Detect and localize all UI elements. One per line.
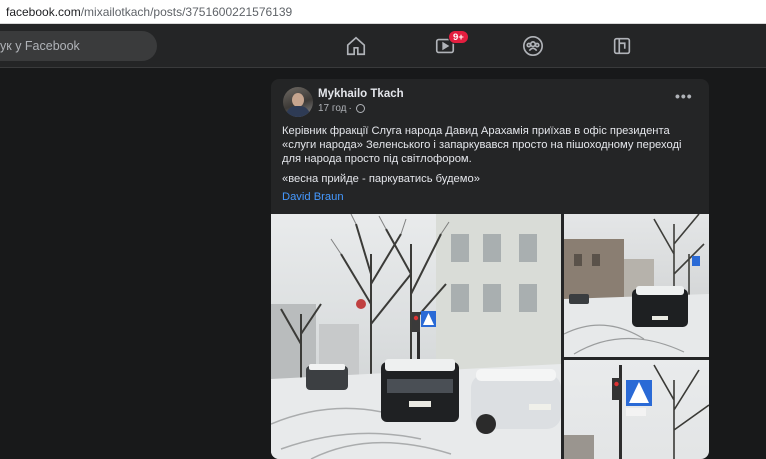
post-text: Керівник фракції Слуга народа Давид Арах… <box>282 124 702 186</box>
search-text: ук у Facebook <box>0 39 80 53</box>
tagged-person-link[interactable]: David Braun <box>282 191 344 203</box>
address-bar[interactable]: facebook.com/mixailotkach/posts/37516002… <box>0 0 766 24</box>
post-card: Mykhailo Tkach 17 год · ••• Керівник фра… <box>271 79 709 459</box>
meta-separator: · <box>348 103 352 114</box>
globe-icon <box>355 104 365 113</box>
groups-icon[interactable] <box>520 33 546 59</box>
post-paragraph: Керівник фракції Слуга народа Давид Арах… <box>282 125 682 165</box>
post-time[interactable]: 17 год <box>318 103 347 114</box>
avatar[interactable] <box>283 87 313 117</box>
author-name[interactable]: Mykhailo Tkach <box>318 88 404 100</box>
photo-grid <box>271 214 709 459</box>
url-path: /mixailotkach/posts/3751600221576139 <box>80 4 293 19</box>
more-options-icon[interactable]: ••• <box>675 89 693 103</box>
notification-badge: 9+ <box>448 30 469 44</box>
post-meta: 17 год · <box>318 103 365 114</box>
home-icon[interactable] <box>343 33 369 59</box>
gaming-icon[interactable] <box>609 33 635 59</box>
photo-suv-crossing[interactable] <box>564 214 709 357</box>
post-paragraph: «весна прийде - паркуватись будемо» <box>282 173 480 185</box>
facebook-topbar: ук у Facebook <box>0 24 766 68</box>
photo-traffic-light[interactable] <box>564 360 709 459</box>
url-host: facebook.com <box>6 4 81 19</box>
search-input[interactable]: ук у Facebook <box>0 31 157 61</box>
photo-street-cars[interactable] <box>271 214 561 459</box>
